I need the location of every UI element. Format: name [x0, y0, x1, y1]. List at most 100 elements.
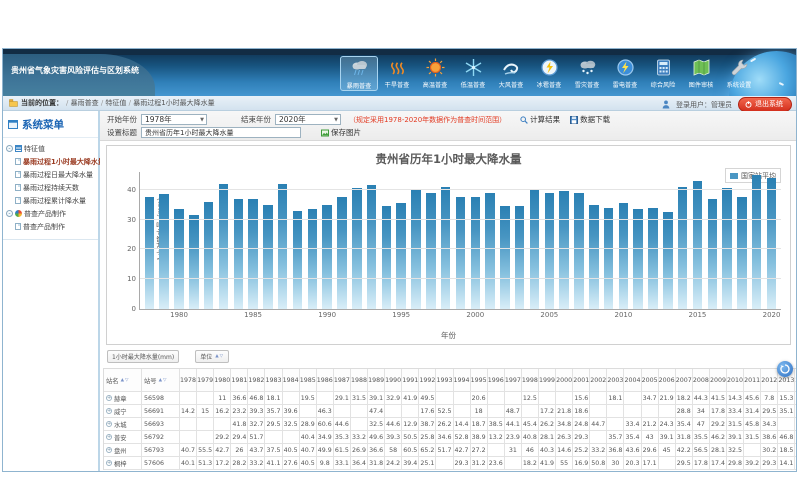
sidebar-item[interactable]: 暴雨过程持续天数: [6, 181, 96, 194]
breadcrumb-item[interactable]: 特征值: [105, 99, 126, 107]
col-header-year[interactable]: 1999: [539, 369, 556, 392]
collapse-icon[interactable]: -: [6, 210, 13, 217]
nav-item-settings[interactable]: 系统设置: [720, 56, 758, 91]
col-header-year[interactable]: 1989: [368, 369, 385, 392]
expand-icon[interactable]: +: [106, 434, 112, 440]
col-header-year[interactable]: 2014: [795, 369, 796, 392]
bar-2006[interactable]: [559, 191, 568, 309]
nav-item-map-review[interactable]: 图件审核: [682, 56, 720, 91]
start-year-select[interactable]: 1978年▼: [141, 114, 207, 125]
col-header-year[interactable]: 1979: [197, 369, 214, 392]
col-header-year[interactable]: 2007: [676, 369, 693, 392]
calculate-button[interactable]: 计算结果: [520, 114, 560, 125]
col-header-year[interactable]: 1981: [231, 369, 248, 392]
collapse-icon[interactable]: -: [6, 145, 13, 152]
pivot-field-unit[interactable]: 单位▲▽: [195, 350, 229, 363]
col-header-year[interactable]: 1982: [248, 369, 265, 392]
bar-2001[interactable]: [485, 193, 494, 309]
bar-1988[interactable]: [293, 211, 302, 309]
col-header-year[interactable]: 2009: [710, 369, 727, 392]
nav-item-snow[interactable]: 雪灾普查: [568, 56, 606, 91]
expand-icon[interactable]: +: [106, 421, 112, 427]
bar-2005[interactable]: [545, 193, 554, 309]
col-header-year[interactable]: 1997: [505, 369, 522, 392]
save-image-button[interactable]: 保存图片: [321, 127, 361, 138]
expand-icon[interactable]: +: [106, 408, 112, 414]
bar-1990[interactable]: [322, 205, 331, 309]
expand-icon[interactable]: +: [106, 395, 112, 401]
bar-2013[interactable]: [663, 212, 672, 309]
bar-1999[interactable]: [456, 197, 465, 309]
sidebar-item[interactable]: 暴雨过程累计降水量: [6, 194, 96, 207]
bar-1978[interactable]: [145, 197, 154, 309]
nav-item-hail[interactable]: 冰雹普查: [530, 56, 568, 91]
col-header-year[interactable]: 2004: [624, 369, 641, 392]
col-header-year[interactable]: 1986: [317, 369, 334, 392]
col-header-year[interactable]: 1988: [351, 369, 368, 392]
bar-2016[interactable]: [708, 199, 717, 309]
col-header-year[interactable]: 2003: [607, 369, 624, 392]
col-header-year[interactable]: 2011: [744, 369, 761, 392]
col-header-year[interactable]: 2001: [573, 369, 590, 392]
col-header-year[interactable]: 2006: [659, 369, 676, 392]
col-header-year[interactable]: 1990: [385, 369, 402, 392]
nav-item-heat[interactable]: 高温普查: [416, 56, 454, 91]
col-header-year[interactable]: 1984: [283, 369, 300, 392]
col-header-year[interactable]: 1983: [265, 369, 282, 392]
bar-2002[interactable]: [500, 206, 509, 309]
nav-item-rainstorm[interactable]: 暴雨普查: [340, 56, 378, 91]
col-header-year[interactable]: 1993: [436, 369, 453, 392]
end-year-select[interactable]: 2020年▼: [275, 114, 341, 125]
col-header-station[interactable]: 站名▲▽: [104, 369, 142, 392]
bar-1989[interactable]: [308, 209, 317, 309]
sidebar-item[interactable]: 暴雨过程1小时最大降水量: [6, 155, 96, 168]
bar-2019[interactable]: [752, 175, 761, 309]
bar-1981[interactable]: [189, 215, 198, 309]
col-header-year[interactable]: 1992: [419, 369, 436, 392]
bar-2011[interactable]: [633, 209, 642, 309]
col-header-year[interactable]: 1978: [180, 369, 197, 392]
station-name-cell[interactable]: +盘州: [104, 444, 142, 457]
col-header-year[interactable]: 1991: [402, 369, 419, 392]
col-header-year[interactable]: 1994: [454, 369, 471, 392]
bar-1984[interactable]: [234, 199, 243, 309]
nav-item-wind[interactable]: 大风普查: [492, 56, 530, 91]
sort-icons[interactable]: ▲▽: [121, 378, 130, 383]
station-name-cell[interactable]: +水城: [104, 418, 142, 431]
col-header-station-id[interactable]: 站号▲▽: [142, 369, 180, 392]
station-name-cell[interactable]: +赫章: [104, 392, 142, 405]
col-header-year[interactable]: 2002: [590, 369, 607, 392]
logout-button[interactable]: 退出系统: [738, 97, 792, 112]
col-header-year[interactable]: 1998: [522, 369, 539, 392]
bar-2003[interactable]: [515, 206, 524, 309]
col-header-year[interactable]: 1996: [488, 369, 505, 392]
bar-1987[interactable]: [278, 184, 287, 309]
chart-title-input[interactable]: 贵州省历年1小时最大降水量: [141, 127, 301, 138]
bar-2008[interactable]: [589, 205, 598, 309]
sort-icons[interactable]: ▲▽: [159, 378, 168, 383]
station-name-cell[interactable]: +普安: [104, 431, 142, 444]
bar-1993[interactable]: [367, 185, 376, 309]
loading-indicator[interactable]: [777, 361, 793, 377]
bar-2007[interactable]: [574, 193, 583, 309]
bar-1986[interactable]: [263, 205, 272, 309]
sidebar-group-features[interactable]: -特征值: [6, 142, 96, 155]
station-name-cell[interactable]: +桐梓: [104, 457, 142, 470]
bar-2018[interactable]: [737, 197, 746, 309]
bar-2015[interactable]: [693, 181, 702, 309]
nav-item-lightning[interactable]: 雷电普查: [606, 56, 644, 91]
bar-1983[interactable]: [219, 184, 228, 309]
col-header-year[interactable]: 2012: [761, 369, 778, 392]
expand-icon[interactable]: +: [106, 447, 112, 453]
col-header-year[interactable]: 1987: [334, 369, 351, 392]
col-header-year[interactable]: 1995: [471, 369, 488, 392]
bar-2004[interactable]: [530, 190, 539, 309]
col-header-year[interactable]: 2008: [693, 369, 710, 392]
nav-item-cold[interactable]: 低温普查: [454, 56, 492, 91]
bar-1994[interactable]: [382, 206, 391, 309]
sidebar-group-products[interactable]: -普查产品制作: [6, 207, 96, 220]
sidebar-item[interactable]: 暴雨过程日最大降水量: [6, 168, 96, 181]
col-header-year[interactable]: 1985: [300, 369, 317, 392]
data-download-button[interactable]: 数据下载: [570, 114, 610, 125]
breadcrumb-item[interactable]: 暴雨过程1小时最大降水量: [133, 99, 214, 107]
